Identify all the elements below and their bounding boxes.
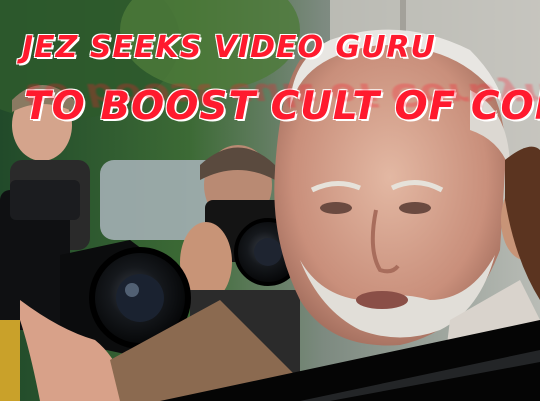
subject-mouth (356, 291, 408, 309)
subject-eye (399, 202, 431, 214)
press-photo (0, 0, 540, 401)
photo-stage: Jez seeks video guru to boost cult of Co… (0, 0, 540, 401)
lens-reflection (125, 283, 139, 297)
subject-eye (320, 202, 352, 214)
lens-glass (116, 274, 164, 322)
camera-grip (10, 180, 80, 220)
lens-glass (254, 238, 282, 266)
camera-strap (0, 320, 20, 401)
